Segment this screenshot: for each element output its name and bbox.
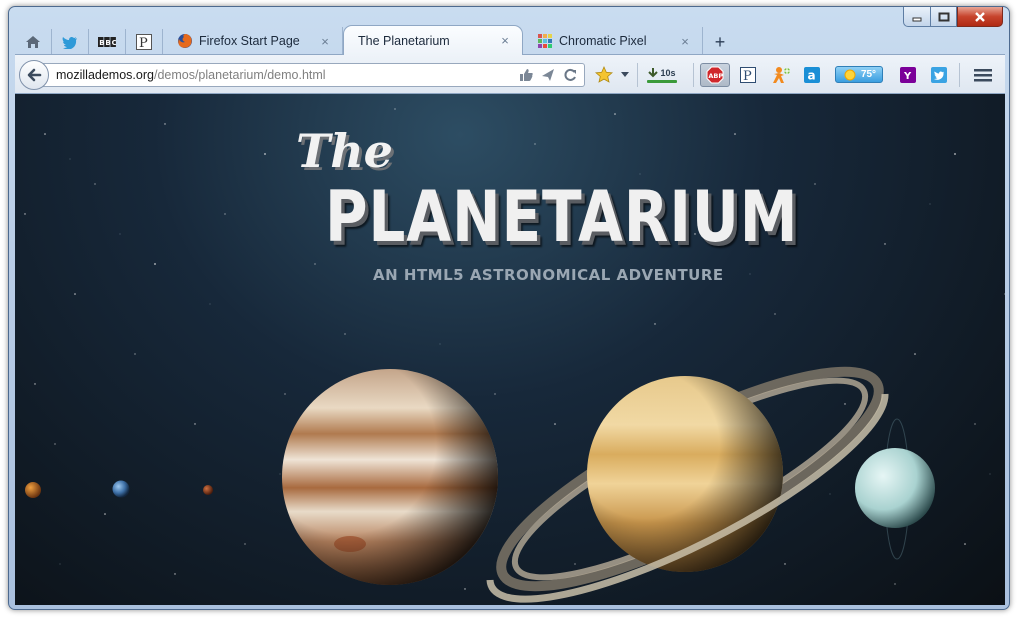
tab-title: Chromatic Pixel [559, 34, 647, 48]
new-tab-button[interactable]: + [703, 29, 737, 55]
adblock-plus-button[interactable]: ABP [700, 63, 730, 87]
minimize-icon [912, 17, 922, 21]
twitter-bird-icon [62, 36, 77, 49]
adblock-plus-icon: ABP [706, 66, 724, 84]
svg-text:P: P [743, 69, 752, 83]
tab-the-planetarium[interactable]: The Planetarium × [343, 25, 523, 55]
back-arrow-icon [27, 68, 42, 82]
maximize-button[interactable] [930, 7, 957, 27]
pocket-p-icon: P [136, 34, 152, 50]
saturn-planet[interactable] [478, 335, 902, 605]
weather-button[interactable]: 75° [835, 66, 883, 83]
star-icon [595, 66, 613, 83]
pinned-tab-pocket[interactable]: P [126, 29, 163, 55]
url-bar[interactable]: mozillademos.org/demos/planetarium/demo.… [37, 63, 585, 87]
tab-title: The Planetarium [358, 33, 450, 48]
url-host: mozillademos.org [56, 68, 154, 82]
svg-text:a: a [808, 69, 816, 83]
jupiter-planet[interactable] [282, 369, 498, 585]
svg-text:P: P [139, 36, 148, 50]
amazon-icon: a [804, 67, 820, 83]
social-addon-button[interactable] [770, 65, 792, 85]
download-progress-bar [647, 79, 677, 83]
window-caption-buttons [903, 7, 1003, 27]
send-icon[interactable] [540, 67, 556, 83]
earth-planet[interactable] [112, 480, 130, 498]
tab-close-button[interactable]: × [318, 34, 332, 49]
pinned-tab-bbc[interactable]: B B C [89, 29, 126, 55]
maximize-icon [938, 12, 949, 21]
url-text[interactable]: mozillademos.org/demos/planetarium/demo.… [56, 68, 518, 82]
tab-close-button[interactable]: × [678, 34, 692, 49]
browser-window: B B C P Firefox Start Page × The Planeta… [8, 6, 1010, 610]
back-button[interactable] [19, 60, 49, 90]
page-content: The PLANETARIUM AN HTML5 ASTRONOMICAL AD… [15, 94, 1005, 605]
twitter-bird-icon [931, 67, 947, 83]
toolbar-separator [959, 63, 960, 87]
hamburger-menu-icon [974, 69, 992, 82]
home-icon [26, 36, 40, 48]
firefox-icon [177, 33, 193, 49]
weather-temperature: 75° [860, 69, 877, 80]
svg-text:C: C [112, 39, 116, 47]
uranus-planet[interactable] [855, 418, 935, 560]
close-icon [975, 11, 985, 22]
twitter-button[interactable] [930, 65, 948, 85]
bookmarks-menu-button[interactable] [619, 65, 631, 85]
svg-text:ABP: ABP [708, 72, 723, 80]
pinned-tab-twitter[interactable] [52, 29, 89, 55]
bookmark-star-button[interactable] [595, 65, 613, 85]
downloads-button[interactable]: 10s [643, 65, 681, 85]
yahoo-button[interactable]: Y [899, 65, 917, 85]
svg-text:B: B [99, 39, 104, 47]
close-button[interactable] [957, 7, 1003, 27]
mercury-planet[interactable] [25, 482, 41, 498]
mars-planet[interactable] [203, 485, 213, 495]
social-figure-icon [773, 67, 790, 83]
toolbar-separator [693, 63, 694, 87]
navigation-toolbar: mozillademos.org/demos/planetarium/demo.… [15, 54, 1005, 94]
svg-text:B: B [105, 39, 110, 47]
chevron-down-icon [621, 72, 629, 77]
tab-close-button[interactable]: × [498, 33, 512, 48]
pocket-button[interactable]: P [739, 65, 757, 85]
sun-icon [844, 69, 856, 80]
tab-strip: B B C P Firefox Start Page × The Planeta… [15, 25, 959, 55]
download-time-label: 10s [660, 68, 676, 78]
thumbs-up-icon[interactable] [518, 67, 534, 83]
planets-illustration [25, 335, 935, 605]
svg-text:Y: Y [903, 71, 912, 82]
tab-firefox-start-page[interactable]: Firefox Start Page × [163, 27, 343, 55]
download-arrow-icon [648, 67, 659, 77]
minimize-button[interactable] [903, 7, 930, 27]
yahoo-icon: Y [900, 67, 916, 83]
toolbar-separator [637, 63, 638, 87]
tab-chromatic-pixel[interactable]: Chromatic Pixel × [523, 27, 703, 55]
pinned-tab-home[interactable] [15, 29, 52, 55]
chromatic-pixel-icon [537, 33, 553, 49]
amazon-button[interactable]: a [803, 65, 821, 85]
bbc-icon: B B C [98, 37, 116, 47]
url-path: /demos/planetarium/demo.html [153, 68, 326, 82]
tab-title: Firefox Start Page [199, 34, 300, 48]
menu-button[interactable] [973, 65, 993, 85]
reload-icon[interactable] [562, 67, 578, 83]
pocket-p-icon: P [740, 67, 756, 83]
